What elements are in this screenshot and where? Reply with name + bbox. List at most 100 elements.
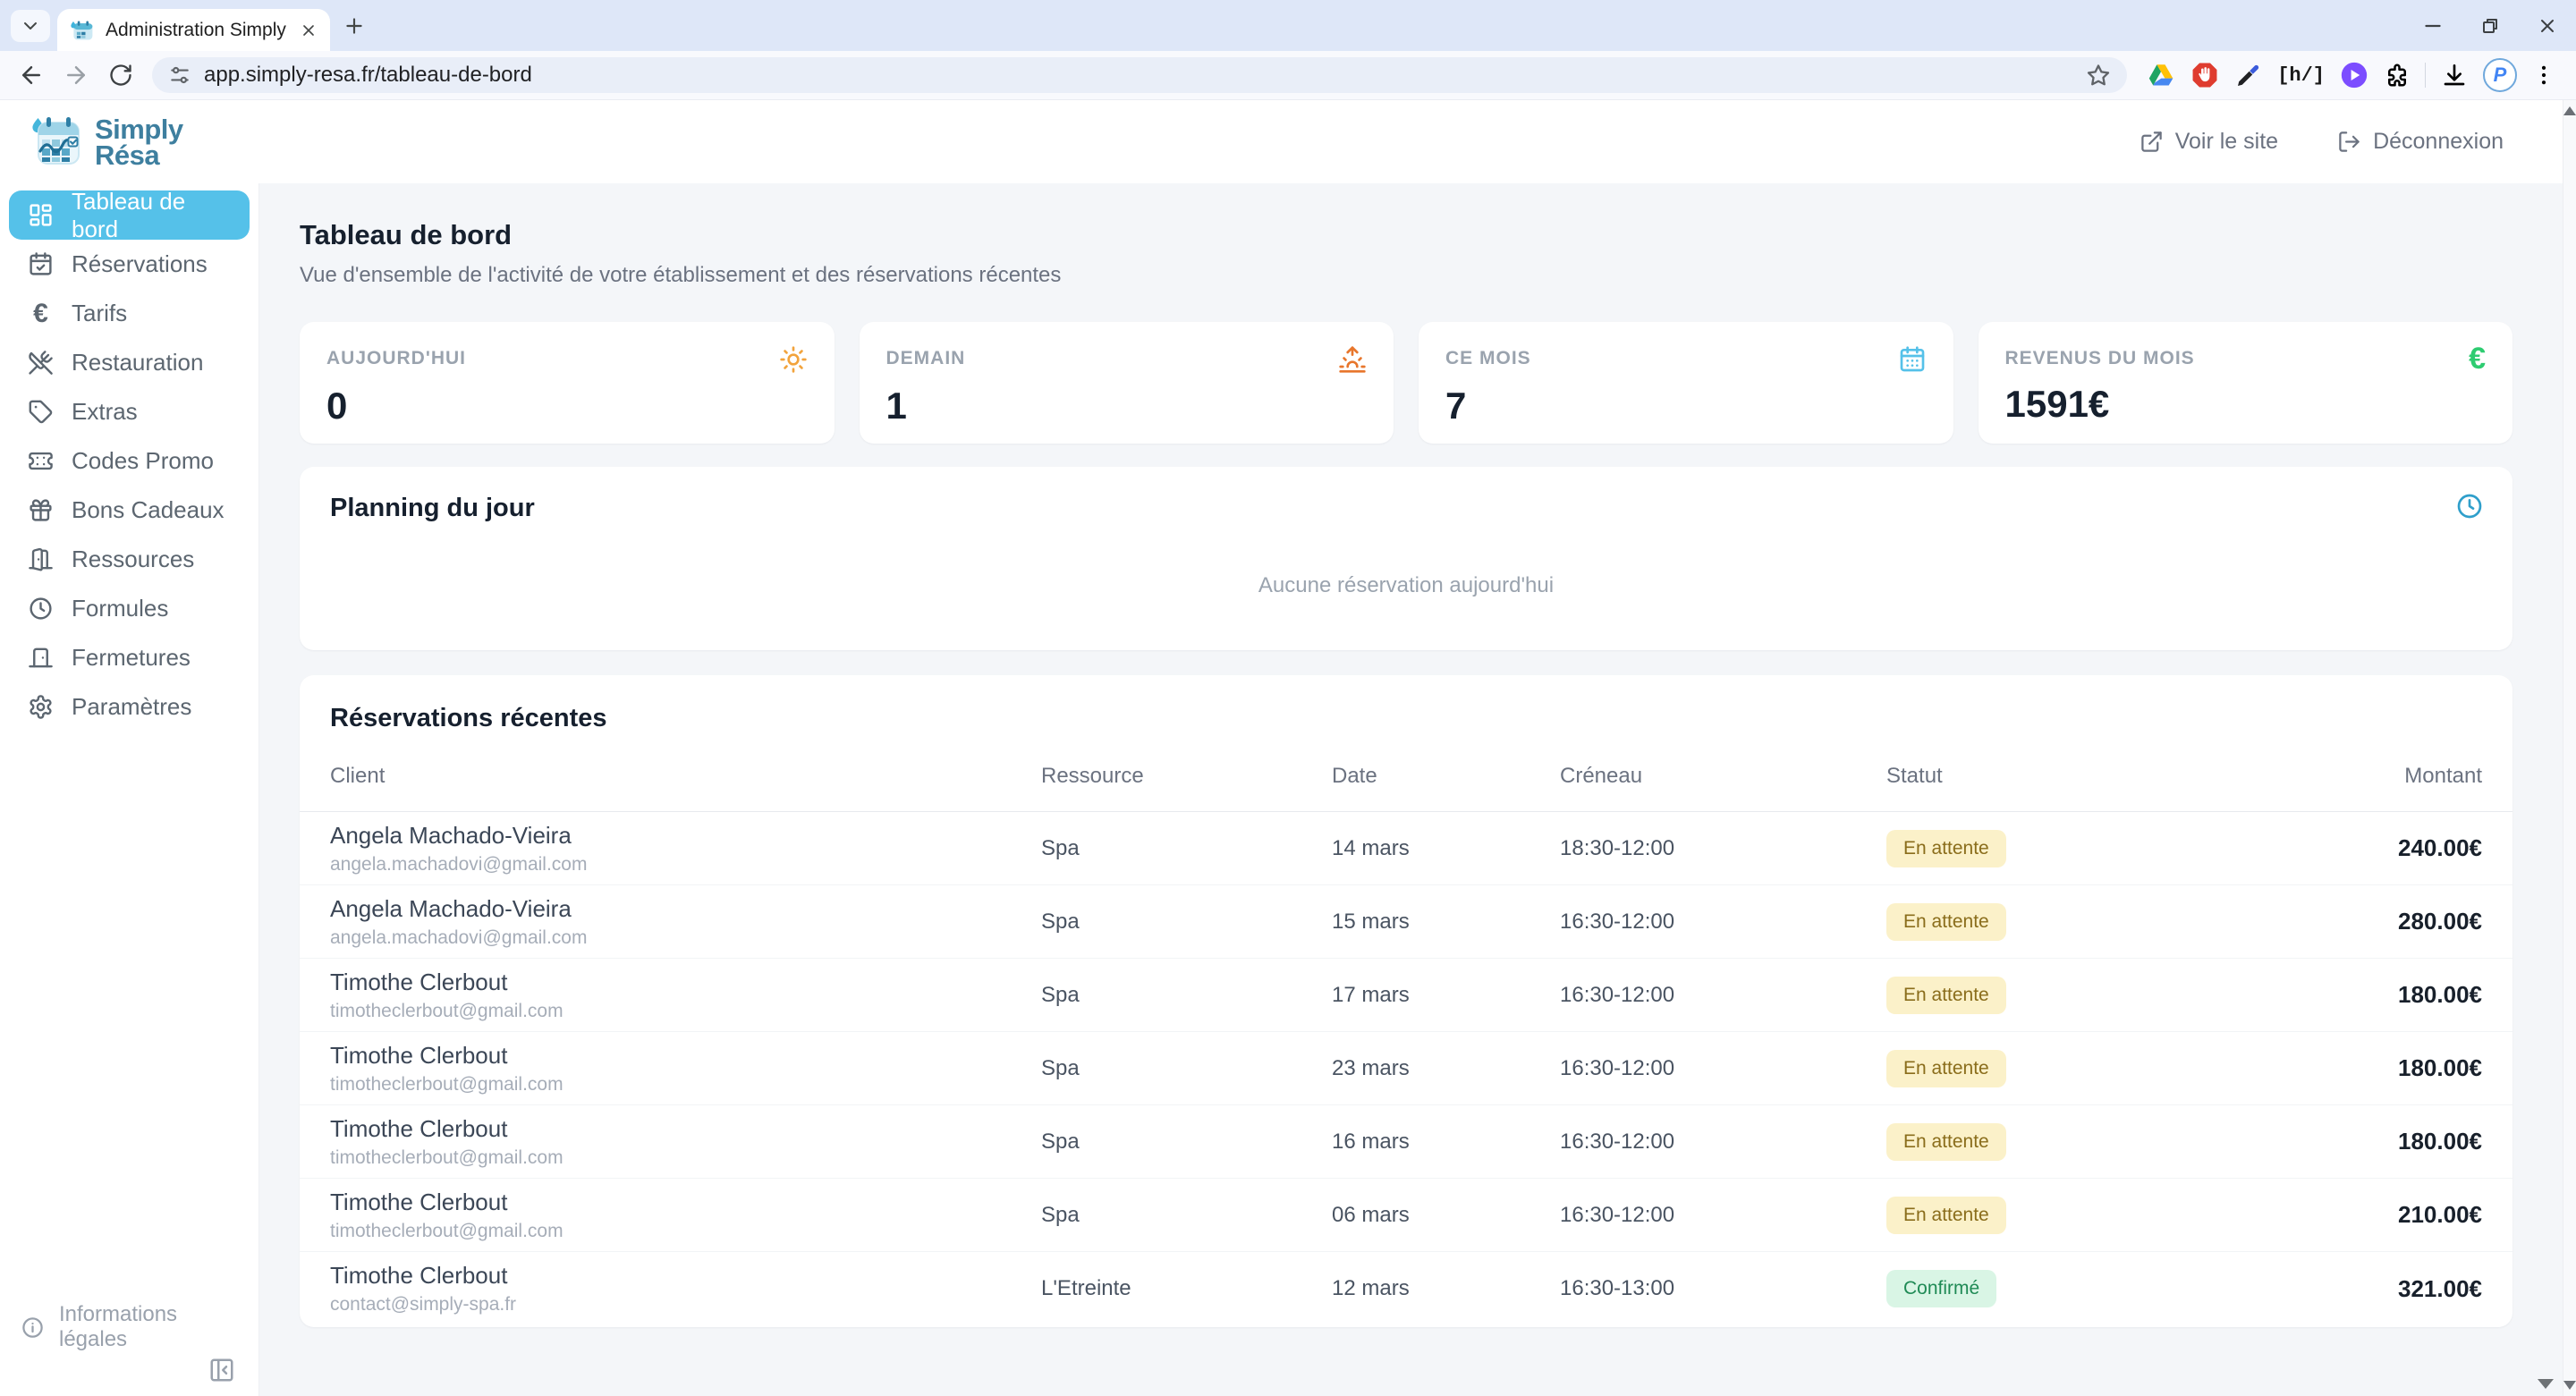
sidebar-item-label: Ressources — [72, 546, 194, 573]
minimize-button[interactable] — [2404, 0, 2462, 51]
eyedropper-icon[interactable] — [2234, 61, 2263, 89]
bookmark-star-icon[interactable] — [2086, 63, 2111, 88]
status-cell: En attente — [1886, 1123, 2271, 1161]
table-row[interactable]: Timothe Clerbouttimotheclerbout@gmail.co… — [300, 1105, 2512, 1179]
column-date: Date — [1332, 764, 1560, 789]
table-row[interactable]: Timothe Clerbouttimotheclerbout@gmail.co… — [300, 959, 2512, 1032]
profile-avatar[interactable]: P — [2483, 58, 2517, 92]
resource-cell: Spa — [1041, 836, 1332, 861]
hsl-extension-badge[interactable]: [h/] — [2277, 64, 2325, 87]
logout-icon — [2337, 130, 2361, 154]
stat-card-demain: DEMAIN1 — [860, 322, 1394, 444]
table-row[interactable]: Angela Machado-Vieiraangela.machadovi@gm… — [300, 812, 2512, 885]
close-window-button[interactable] — [2519, 0, 2576, 51]
sidebar-item-label: Extras — [72, 398, 138, 426]
tab-search-button[interactable] — [11, 10, 50, 42]
sidebar-item-parametres[interactable]: Paramètres — [9, 682, 250, 732]
browser-tab[interactable]: Administration Simply Resa — [57, 9, 330, 51]
client-email: angela.machadovi@gmail.com — [330, 927, 1041, 949]
date-cell: 06 mars — [1332, 1203, 1560, 1228]
logo-calendar-icon — [27, 114, 84, 171]
stat-card-top: CE MOIS — [1445, 345, 1927, 374]
stat-card-top: AUJOURD'HUI — [326, 345, 808, 374]
column-creneau: Créneau — [1560, 764, 1886, 789]
adblock-icon[interactable] — [2190, 60, 2220, 90]
slot-cell: 16:30-12:00 — [1560, 1056, 1886, 1081]
amount-cell: 280.00€ — [2271, 908, 2482, 935]
amount-cell: 321.00€ — [2271, 1275, 2482, 1303]
close-icon — [2537, 15, 2558, 37]
stat-label: AUJOURD'HUI — [326, 345, 466, 369]
kebab-menu-icon[interactable] — [2531, 63, 2556, 88]
app-logo[interactable]: Simply Résa — [27, 114, 183, 171]
table-row[interactable]: Timothe Clerboutcontact@simply-spa.frL'E… — [300, 1252, 2512, 1325]
sidebar-item-bons-cadeaux[interactable]: Bons Cadeaux — [9, 486, 250, 535]
planning-title: Planning du jour — [330, 494, 2482, 523]
sidebar-item-extras[interactable]: Extras — [9, 387, 250, 436]
client-email: angela.machadovi@gmail.com — [330, 854, 1041, 876]
table-row[interactable]: Angela Machado-Vieiraangela.machadovi@gm… — [300, 885, 2512, 959]
forward-button[interactable] — [57, 56, 95, 94]
address-bar[interactable]: app.simply-resa.fr/tableau-de-bord — [152, 57, 2127, 93]
slot-cell: 16:30-12:00 — [1560, 1203, 1886, 1228]
restore-button[interactable] — [2462, 0, 2519, 51]
new-tab-button[interactable] — [343, 14, 366, 38]
resource-cell: L'Etreinte — [1041, 1276, 1332, 1301]
sidebar-spacer — [9, 732, 250, 1307]
sun-icon — [779, 345, 808, 374]
client-name: Timothe Clerbout — [330, 1189, 1041, 1216]
drive-icon[interactable] — [2147, 61, 2175, 89]
sidebar-item-reservations[interactable]: Réservations — [9, 240, 250, 289]
slot-cell: 18:30-12:00 — [1560, 836, 1886, 861]
table-row[interactable]: Timothe Clerbouttimotheclerbout@gmail.co… — [300, 1179, 2512, 1252]
settings-icon — [28, 694, 54, 720]
status-badge: En attente — [1886, 1123, 2006, 1161]
scroll-up-arrow-icon[interactable] — [2563, 106, 2576, 115]
back-button[interactable] — [13, 56, 50, 94]
euro-sign-icon: € — [2469, 345, 2486, 372]
app-body: Tableau de bordRéservations€Tarifs Restau… — [0, 183, 2563, 1396]
clock-icon — [2455, 492, 2484, 520]
sidebar-item-codes-promo[interactable]: Codes Promo — [9, 436, 250, 486]
status-cell: En attente — [1886, 903, 2271, 941]
sidebar-item-restauration[interactable]: Restauration — [9, 338, 250, 387]
page-scrollbar[interactable] — [2563, 100, 2576, 1396]
tab-favicon — [70, 18, 95, 43]
app-window: Simply Résa Voir le site Déconnexion Tab… — [0, 100, 2563, 1396]
legal-info-link[interactable]: Informations légales — [9, 1307, 250, 1348]
sidebar-nav: Tableau de bordRéservations€Tarifs Restau… — [9, 190, 250, 732]
view-site-link[interactable]: Voir le site — [2140, 129, 2278, 155]
status-cell: En attente — [1886, 977, 2271, 1014]
table-row[interactable]: Timothe Clerbouttimotheclerbout@gmail.co… — [300, 1032, 2512, 1105]
scroll-down-arrow-icon[interactable] — [2563, 1381, 2576, 1390]
stat-value: 1591€ — [2005, 383, 2487, 426]
calendar-check-icon — [28, 251, 54, 277]
page-subtitle: Vue d'ensemble de l'activité de votre ét… — [300, 263, 2512, 288]
tab-close-icon[interactable] — [300, 21, 318, 39]
sidebar-item-formules[interactable]: Formules — [9, 584, 250, 633]
amount-cell: 180.00€ — [2271, 1128, 2482, 1155]
resource-cell: Spa — [1041, 983, 1332, 1008]
sidebar-item-ressources[interactable]: Ressources — [9, 535, 250, 584]
sidebar-item-tarifs[interactable]: €Tarifs — [9, 289, 250, 338]
date-cell: 12 mars — [1332, 1276, 1560, 1301]
sidebar-item-tableau-de-bord[interactable]: Tableau de bord — [9, 190, 250, 240]
slot-cell: 16:30-13:00 — [1560, 1276, 1886, 1301]
reload-button[interactable] — [102, 56, 140, 94]
logout-label: Déconnexion — [2373, 129, 2504, 155]
tab-title: Administration Simply Resa — [106, 20, 289, 41]
puzzle-icon[interactable] — [2384, 62, 2411, 89]
play-icon[interactable] — [2339, 60, 2369, 90]
reservations-card: Réservations récentes Client Ressource D… — [300, 675, 2512, 1327]
logout-link[interactable]: Déconnexion — [2337, 129, 2504, 155]
sidebar-item-label: Restauration — [72, 349, 203, 376]
resource-cell: Spa — [1041, 1203, 1332, 1228]
site-info-icon[interactable] — [168, 63, 191, 87]
external-link-icon — [2140, 130, 2164, 154]
minimize-icon — [2421, 14, 2445, 38]
sidebar-item-fermetures[interactable]: Fermetures — [9, 633, 250, 682]
sidebar-item-label: Tableau de bord — [72, 188, 231, 243]
sidebar-collapse-button[interactable] — [208, 1357, 235, 1383]
client-cell: Timothe Clerboutcontact@simply-spa.fr — [330, 1262, 1041, 1316]
download-icon[interactable] — [2440, 61, 2469, 89]
